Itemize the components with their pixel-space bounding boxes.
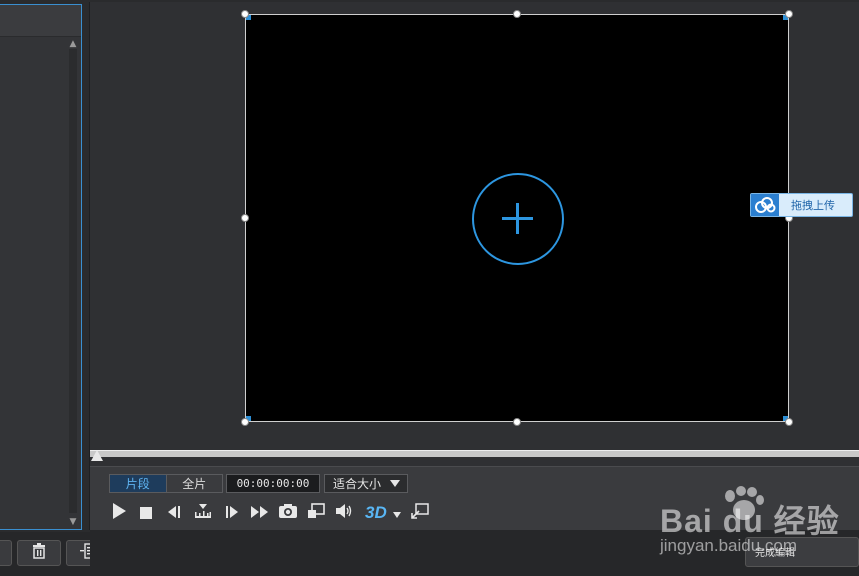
resize-button[interactable]	[409, 502, 431, 524]
next-frame-button[interactable]	[221, 502, 243, 524]
resize-handle-bottom-right[interactable]	[785, 418, 793, 426]
prev-frame-icon	[166, 504, 182, 523]
snapshot-button[interactable]	[277, 502, 299, 524]
dropdown-arrow-icon	[392, 504, 402, 523]
trim-button[interactable]	[192, 502, 214, 524]
fit-size-select[interactable]: 适合大小	[324, 474, 408, 493]
app-window: ▲ ▼ 拖拽上传 片段 全片 00:00:00:00 适合大小 3D 完成編輯 …	[0, 0, 859, 576]
add-icon-vertical	[516, 203, 519, 234]
tab-segment[interactable]: 片段	[110, 475, 166, 492]
resize-icon	[411, 503, 429, 523]
fast-forward-button[interactable]	[249, 502, 271, 524]
playback-controls: 片段 全片 00:00:00:00 适合大小 3D	[90, 466, 859, 530]
play-icon	[111, 502, 127, 524]
tab-full[interactable]: 全片	[165, 475, 223, 492]
library-panel: ▲ ▼	[0, 4, 82, 530]
overlay-icon	[307, 503, 325, 523]
library-header	[0, 5, 81, 37]
delete-icon	[31, 543, 47, 563]
3d-dropdown-button[interactable]	[386, 502, 408, 524]
3d-icon[interactable]: 3D	[365, 503, 387, 523]
timeline-slider[interactable]	[90, 450, 859, 457]
snapshot-icon	[278, 503, 298, 523]
scroll-down-button[interactable]: ▼	[68, 517, 78, 527]
delete-button[interactable]	[17, 540, 61, 566]
finish-edit-label: 完成編輯	[755, 548, 795, 559]
resize-handle-top-left[interactable]	[241, 10, 249, 18]
next-frame-icon	[224, 504, 240, 523]
upload-label: 拖拽上传	[791, 199, 835, 212]
prev-frame-button[interactable]	[163, 502, 185, 524]
resize-handle-top-right[interactable]	[785, 10, 793, 18]
segment-toggle: 片段 全片	[109, 474, 223, 493]
cloud-upload-icon	[751, 194, 779, 216]
library-toolbar-button[interactable]	[0, 540, 12, 566]
volume-button[interactable]	[333, 502, 355, 524]
volume-icon	[335, 503, 353, 523]
resize-handle-bottom[interactable]	[513, 418, 521, 426]
fit-size-value: 适合大小	[333, 477, 382, 491]
chevron-down-icon	[390, 480, 400, 487]
overlay-button[interactable]	[305, 502, 327, 524]
library-scrollbar[interactable]	[69, 49, 77, 513]
play-button[interactable]	[108, 502, 130, 524]
resize-handle-top[interactable]	[513, 10, 521, 18]
trim-icon	[194, 503, 212, 523]
stop-icon	[140, 504, 152, 523]
timecode-display[interactable]: 00:00:00:00	[226, 474, 320, 493]
resize-handle-bottom-left[interactable]	[241, 418, 249, 426]
transport-row: 3D	[110, 502, 440, 524]
resize-handle-left[interactable]	[241, 214, 249, 222]
timeline-slider-thumb[interactable]	[91, 450, 103, 461]
stop-button[interactable]	[135, 502, 157, 524]
bottom-right-bar: 完成編輯	[90, 530, 859, 576]
fast-forward-icon	[250, 504, 270, 523]
drag-upload-button[interactable]: 拖拽上传	[750, 193, 853, 217]
scroll-up-button[interactable]: ▲	[68, 39, 78, 49]
